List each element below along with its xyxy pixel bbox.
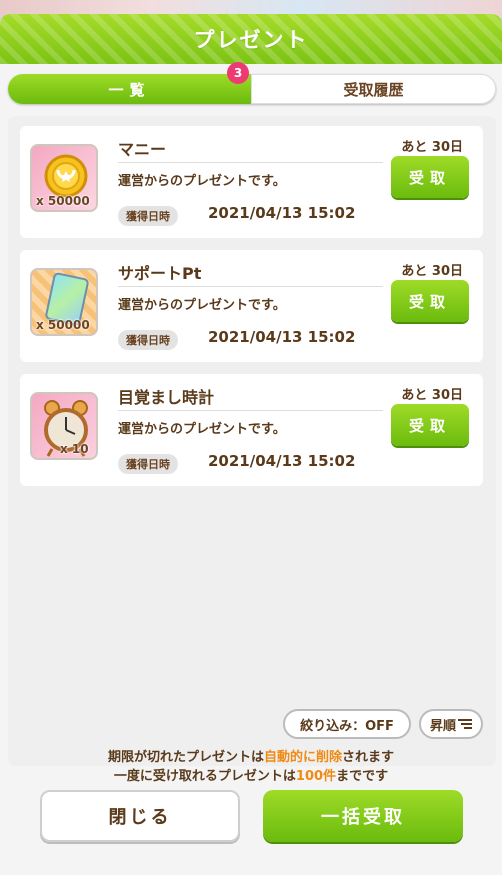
- present-card: x 50000 マニー 運営からのプレゼントです。 獲得日時 2021/04/1…: [20, 126, 483, 238]
- item-count: x 10: [60, 442, 89, 456]
- date-label: 獲得日時: [118, 206, 178, 226]
- sort-button[interactable]: 昇順: [419, 709, 483, 739]
- date-label: 獲得日時: [118, 454, 178, 474]
- filter-row: 絞り込み：OFF 昇順: [8, 709, 496, 741]
- tab-history[interactable]: 受取履歴: [251, 74, 496, 104]
- sort-label: 昇順: [429, 718, 456, 734]
- receive-button[interactable]: 受取: [391, 280, 469, 322]
- count-badge: 3: [227, 62, 249, 84]
- close-button[interactable]: 閉じる: [40, 790, 240, 842]
- filter-label: 絞り込み：OFF: [300, 718, 394, 734]
- date-value: 2021/04/13 15:02: [208, 328, 356, 346]
- tab-history-label: 受取履歴: [343, 80, 404, 99]
- notice-text-part: までです: [336, 769, 389, 784]
- item-name: サポートPt: [118, 264, 202, 283]
- remaining-days: あと 30日: [401, 388, 463, 403]
- date-value: 2021/04/13 15:02: [208, 204, 356, 222]
- notice-text-part: 一度に受け取れるプレゼントは: [113, 769, 296, 784]
- divider: [118, 410, 383, 411]
- item-description: 運営からのプレゼントです。: [118, 298, 286, 313]
- present-modal: プレゼント 一覧 3 受取履歴 x 50000 マニー 運営からのプレゼントです…: [0, 14, 502, 875]
- item-description: 運営からのプレゼントです。: [118, 422, 286, 437]
- divider: [118, 162, 383, 163]
- notice-highlight: 100件: [295, 769, 337, 784]
- receive-button[interactable]: 受取: [391, 404, 469, 446]
- coin-icon: x 50000: [30, 144, 98, 212]
- tab-list-label: 一覧: [108, 80, 151, 99]
- notice-text: 期限が切れたプレゼントは自動的に削除されます 一度に受け取れるプレゼントは100…: [0, 748, 502, 786]
- notice-highlight: 自動的に削除: [263, 750, 342, 765]
- support-card-icon: x 50000: [30, 268, 98, 336]
- item-description: 運営からのプレゼントです。: [118, 174, 286, 189]
- item-count: x 50000: [36, 318, 90, 332]
- filter-button[interactable]: 絞り込み：OFF: [283, 709, 411, 739]
- present-card: x 10 目覚まし時計 運営からのプレゼントです。 獲得日時 2021/04/1…: [20, 374, 483, 486]
- remaining-days: あと 30日: [401, 140, 463, 155]
- present-card: x 50000 サポートPt 運営からのプレゼントです。 獲得日時 2021/0…: [20, 250, 483, 362]
- date-label: 獲得日時: [118, 330, 178, 350]
- remaining-days: あと 30日: [401, 264, 463, 279]
- tab-bar: 一覧 3 受取履歴: [8, 62, 496, 104]
- item-name: マニー: [118, 140, 167, 159]
- notice-text-part: されます: [342, 750, 395, 765]
- tab-list[interactable]: 一覧 3: [8, 62, 251, 104]
- item-count: x 50000: [36, 194, 90, 208]
- present-list[interactable]: x 50000 マニー 運営からのプレゼントです。 獲得日時 2021/04/1…: [8, 116, 496, 766]
- modal-header: プレゼント: [0, 14, 502, 64]
- alarm-clock-icon: x 10: [30, 392, 98, 460]
- divider: [118, 286, 383, 287]
- sort-lines-icon: [458, 719, 472, 729]
- notice-line-2: 一度に受け取れるプレゼントは100件までです: [0, 767, 502, 786]
- receive-all-button[interactable]: 一括受取: [263, 790, 463, 842]
- notice-text-part: 期限が切れたプレゼントは: [107, 750, 264, 765]
- receive-button[interactable]: 受取: [391, 156, 469, 198]
- modal-title: プレゼント: [193, 28, 309, 52]
- item-name: 目覚まし時計: [118, 388, 215, 407]
- notice-line-1: 期限が切れたプレゼントは自動的に削除されます: [0, 748, 502, 767]
- date-value: 2021/04/13 15:02: [208, 452, 356, 470]
